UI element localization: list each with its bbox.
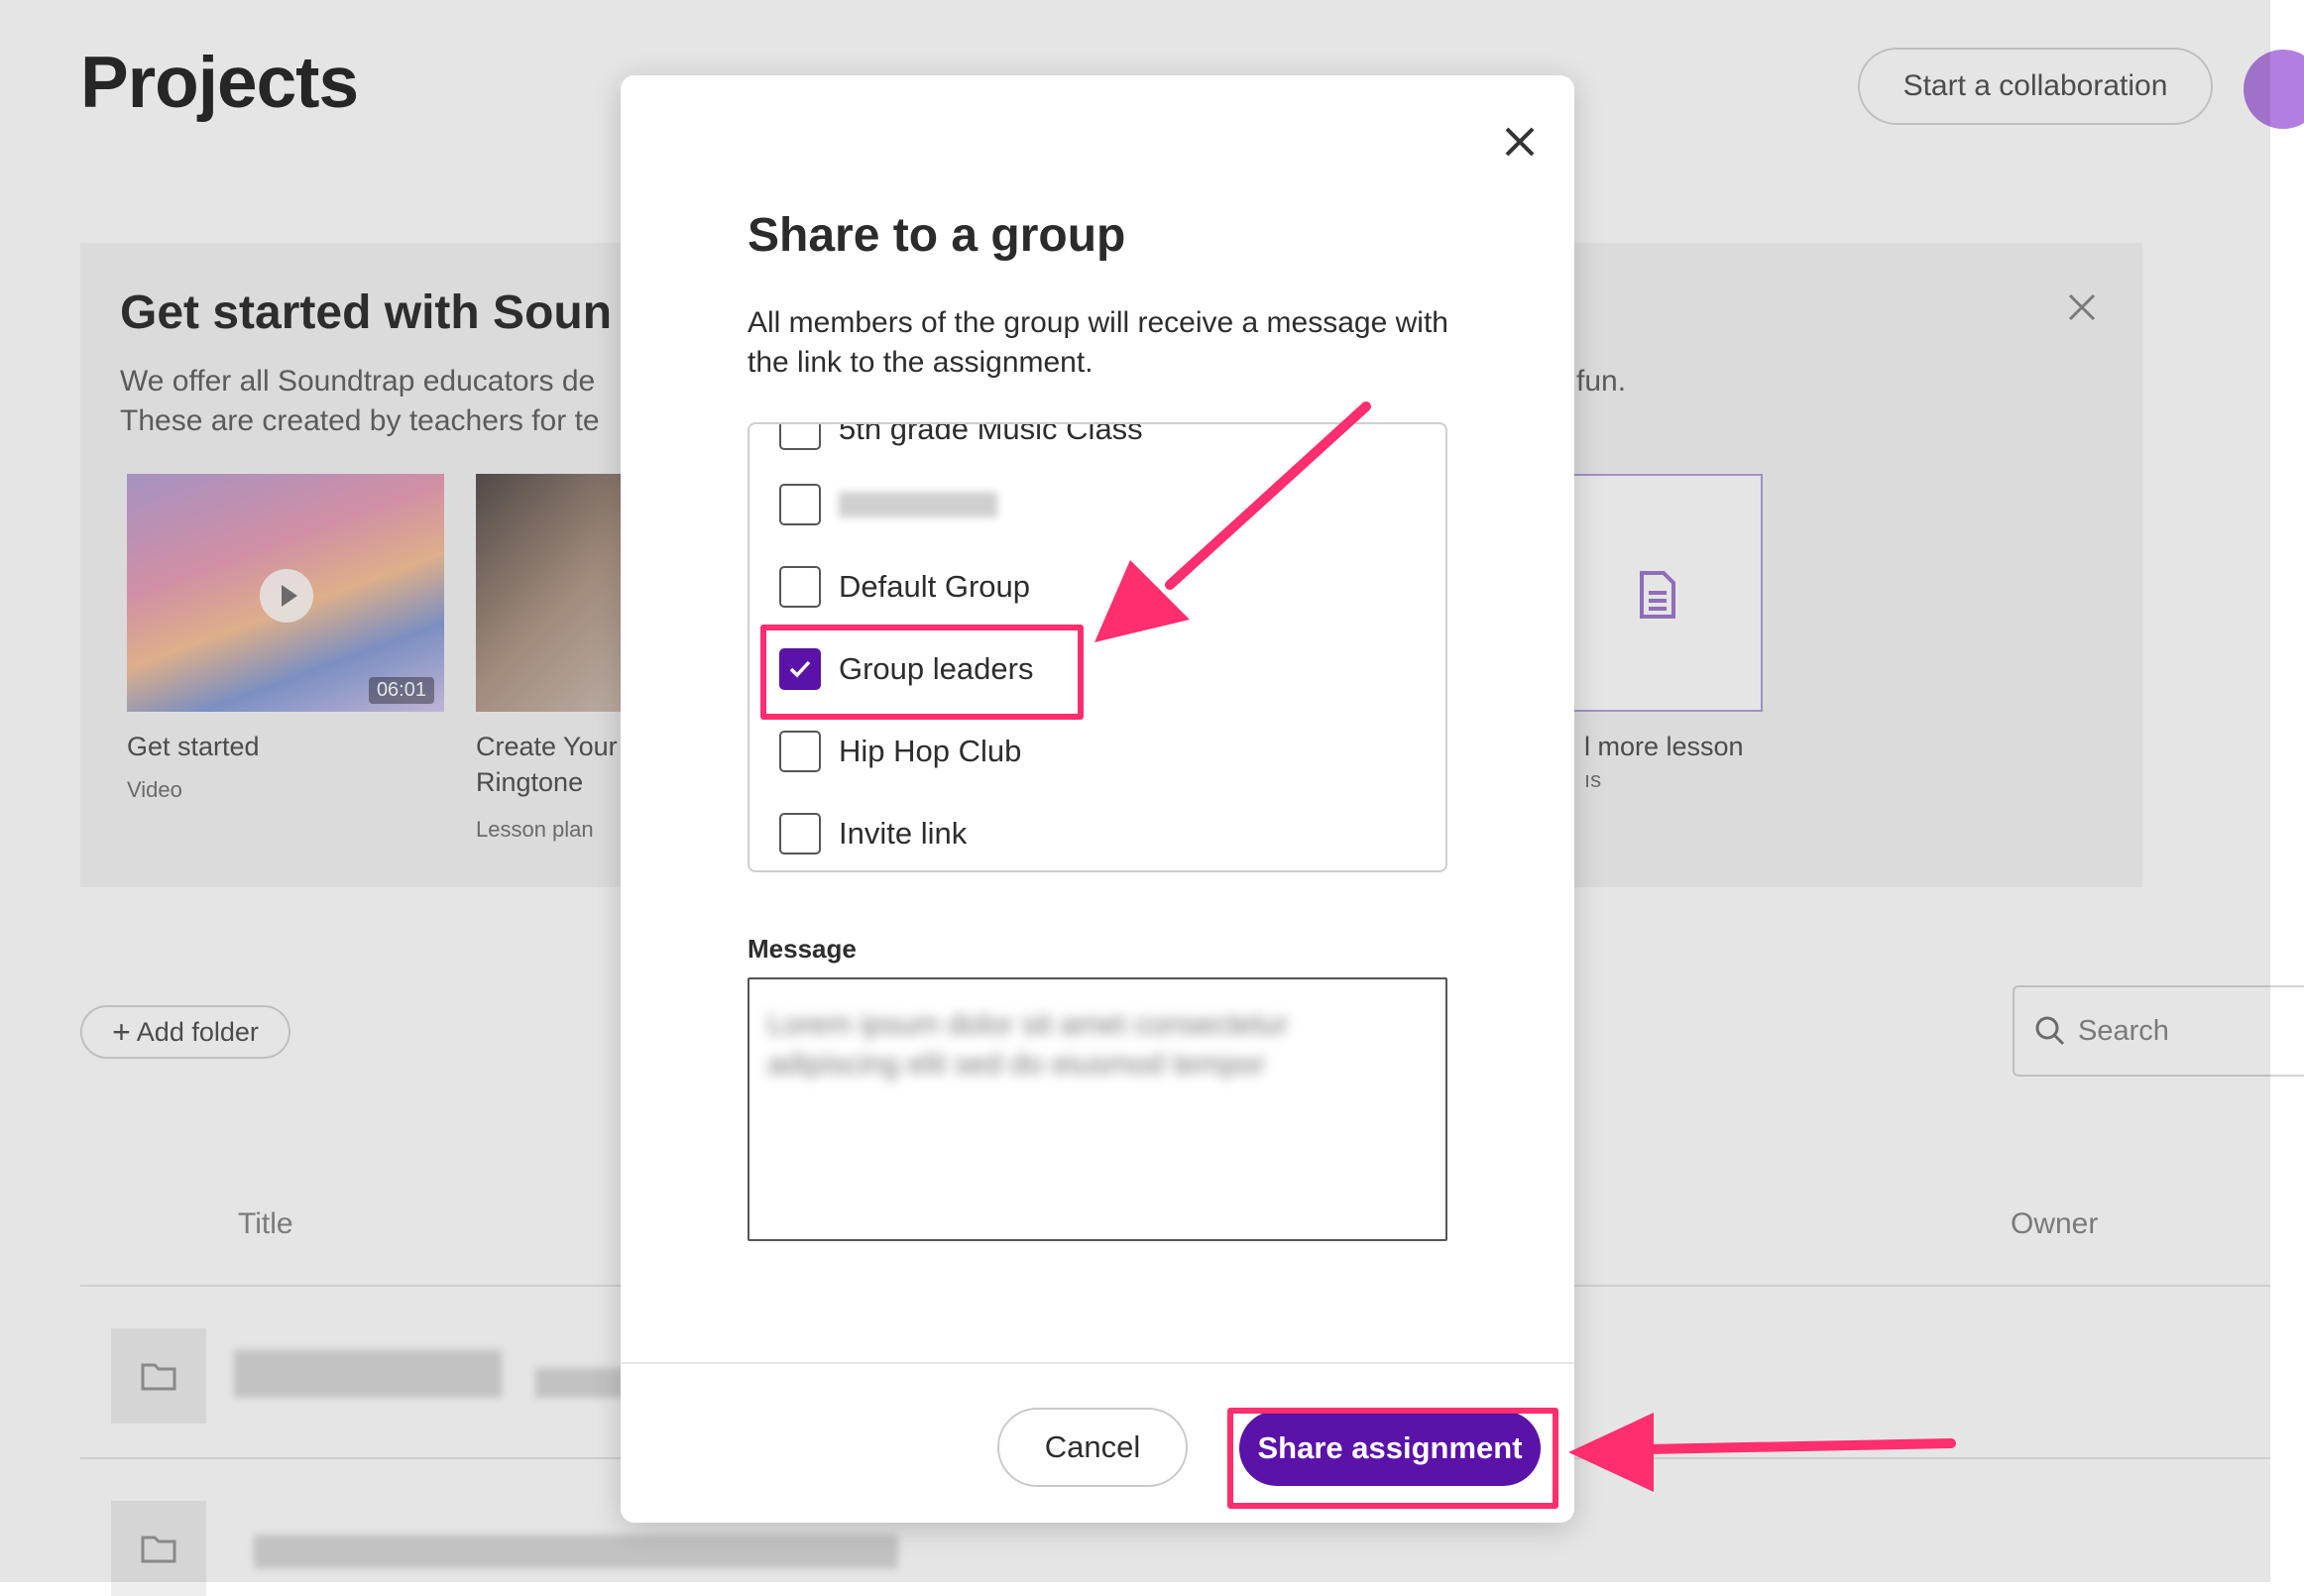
group-label-obscured bbox=[839, 492, 997, 517]
group-label: Invite link bbox=[839, 816, 968, 851]
group-label: Default Group bbox=[839, 569, 1030, 604]
group-item[interactable]: Default Group bbox=[779, 562, 1030, 612]
dialog-footer-divider bbox=[621, 1362, 1574, 1364]
highlight-box bbox=[1227, 1408, 1558, 1509]
group-item[interactable] bbox=[779, 480, 997, 529]
group-item[interactable]: Invite link bbox=[779, 809, 967, 858]
message-label: Message bbox=[748, 934, 857, 964]
group-item[interactable]: 5th grade Music Class bbox=[779, 422, 1143, 454]
cancel-button[interactable]: Cancel bbox=[997, 1408, 1188, 1487]
group-checkbox[interactable] bbox=[779, 813, 821, 855]
group-label: Hip Hop Club bbox=[839, 734, 1022, 768]
group-checkbox[interactable] bbox=[779, 424, 821, 450]
share-to-group-dialog: Share to a group All members of the grou… bbox=[621, 75, 1574, 1523]
group-checkbox[interactable] bbox=[779, 731, 821, 772]
group-checkbox[interactable] bbox=[779, 566, 821, 608]
group-checkbox[interactable] bbox=[779, 484, 821, 525]
dialog-description: All members of the group will receive a … bbox=[748, 306, 1448, 379]
group-item[interactable]: Hip Hop Club bbox=[779, 727, 1021, 776]
highlight-box bbox=[760, 625, 1084, 720]
group-label: 5th grade Music Class bbox=[839, 422, 1143, 446]
message-text: Lorem ipsum dolor sit amet consectetur a… bbox=[767, 1008, 1289, 1081]
message-textarea[interactable]: Lorem ipsum dolor sit amet consectetur a… bbox=[748, 977, 1447, 1241]
close-icon[interactable] bbox=[1493, 115, 1547, 169]
dialog-title: Share to a group bbox=[748, 209, 1126, 262]
